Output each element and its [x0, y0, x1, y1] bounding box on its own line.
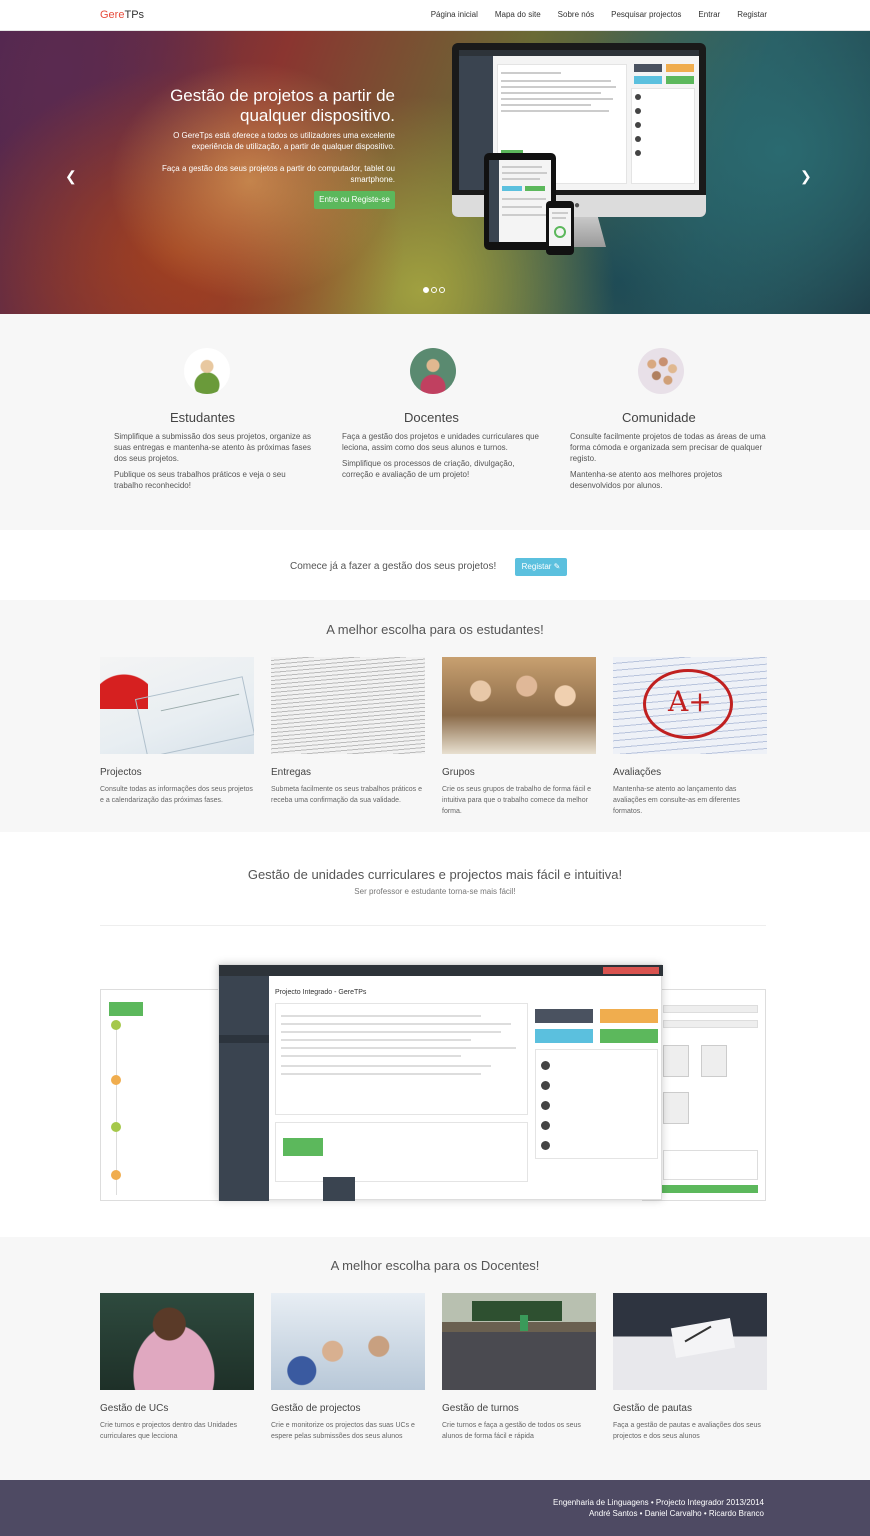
- card-title: Gestão de projectos: [271, 1403, 361, 1414]
- card-title: Gestão de pautas: [613, 1403, 692, 1414]
- card-title: Projectos: [100, 767, 142, 778]
- feature-text: Consulte facilmente projetos de todas as…: [570, 432, 766, 463]
- carousel-dot-1[interactable]: [423, 287, 429, 293]
- management-title: Gestão de unidades curriculares e projec…: [247, 867, 623, 882]
- chevron-right-icon[interactable]: ❯: [800, 168, 812, 185]
- feature-text: Publique os seus trabalhos práticos e ve…: [114, 470, 286, 490]
- feature-text: Simplifique a submissão dos seus projeto…: [114, 432, 311, 463]
- feature-title: Docentes: [404, 410, 459, 425]
- brand-logo[interactable]: GereTPs: [100, 9, 144, 21]
- feature-title: Estudantes: [170, 410, 236, 425]
- card-title: Avaliações: [613, 767, 662, 778]
- card-title: Gestão de turnos: [442, 1403, 519, 1414]
- carousel-dot-2[interactable]: [431, 287, 437, 293]
- student-avatar: [184, 348, 230, 394]
- footer: Engenharia de Linguagens • Projecto Inte…: [0, 1480, 870, 1536]
- dashboard-screenshot: Projecto Integrado - GereTPs: [218, 964, 663, 1201]
- students-section-title: A melhor escolha para os estudantes!: [326, 622, 544, 637]
- students-group-image: [442, 657, 596, 754]
- nav-link-search-projects[interactable]: Pesquisar projectos: [611, 10, 681, 19]
- carousel-indicators: [423, 287, 445, 293]
- card-text: Crie turnos e projectos dentro das Unida…: [100, 1422, 237, 1440]
- cta-text: Comece já a fazer a gestão dos seus proj…: [290, 561, 497, 572]
- teacher-tablet-image: [100, 1293, 254, 1390]
- carousel-dot-3[interactable]: [439, 287, 445, 293]
- nav-link-home[interactable]: Página inicial: [431, 10, 478, 19]
- card-title: Entregas: [271, 767, 312, 778]
- nav-link-register[interactable]: Registar: [737, 10, 767, 19]
- card-text: Crie e monitorize os projectos das suas …: [271, 1422, 415, 1440]
- nav-link-login[interactable]: Entrar: [698, 10, 720, 19]
- hero-carousel: Gestão de projetos a partir de qualquer …: [0, 31, 870, 314]
- card-text: Crie turnos e faça a gestão de todos os …: [442, 1422, 581, 1440]
- footer-authors: André Santos • Daniel Carvalho • Ricardo…: [588, 1509, 764, 1518]
- card-title: Gestão de UCs: [100, 1403, 169, 1414]
- footer-project-info: Engenharia de Linguagens • Projecto Inte…: [553, 1498, 764, 1507]
- features-section: Estudantes Simplifique a submissão dos s…: [0, 314, 870, 530]
- card-text: Consulte todas as informações dos seus p…: [100, 786, 253, 804]
- feature-text: Simplifique os processos de criação, div…: [342, 459, 515, 479]
- blueprint-image: [100, 657, 254, 754]
- navbar: GereTPs Página inicial Mapa do site Sobr…: [0, 0, 870, 31]
- iphone-mockup: [546, 201, 574, 255]
- iphone-screen: [549, 208, 571, 246]
- students-section: A melhor escolha para os estudantes! Pro…: [0, 600, 870, 832]
- brand-part-tps: TPs: [124, 9, 145, 21]
- nav-link-sitemap[interactable]: Mapa do site: [495, 10, 541, 19]
- card-title: Grupos: [442, 767, 475, 778]
- apple-logo-icon: ●: [574, 200, 581, 211]
- chevron-left-icon[interactable]: ❮: [65, 168, 77, 185]
- hero-paragraph-2: Faça a gestão dos seus projetos a partir…: [161, 164, 395, 184]
- teacher-avatar: [410, 348, 456, 394]
- register-button[interactable]: Registar ✎: [515, 558, 567, 576]
- timeline-screenshot: [100, 989, 220, 1201]
- card-text: Faça a gestão de pautas e avaliações dos…: [613, 1422, 761, 1440]
- card-text: Submeta facilmente os seus trabalhos prá…: [271, 786, 422, 804]
- grading-papers-image: [613, 1293, 767, 1390]
- nav-links: Página inicial Mapa do site Sobre nós Pe…: [431, 10, 767, 19]
- hero-login-register-button[interactable]: Entre ou Registe-se: [314, 191, 395, 209]
- paper-stack-image: [271, 657, 425, 754]
- screenshot-title: Projecto Integrado - GereTPs: [275, 989, 367, 996]
- hero-paragraph-1: O GereTps está oferece a todos os utiliz…: [173, 131, 395, 151]
- ipad-screen: [489, 160, 551, 242]
- management-section: Gestão de unidades curriculares e projec…: [0, 832, 870, 1237]
- management-subtitle: Ser professor e estudante torna-se mais …: [354, 887, 516, 896]
- community-avatar: [638, 348, 684, 394]
- whiteboard-class-image: [271, 1293, 425, 1390]
- teachers-section: A melhor escolha para os Docentes! Gestã…: [0, 1237, 870, 1480]
- hero-title: Gestão de projetos a partir de qualquer …: [170, 86, 395, 125]
- card-text: Crie os seus grupos de trabalho de forma…: [442, 786, 592, 815]
- classroom-image: [442, 1293, 596, 1390]
- nav-link-about[interactable]: Sobre nós: [558, 10, 594, 19]
- teachers-section-title: A melhor escolha para os Docentes!: [330, 1258, 540, 1273]
- grade-paper-image: A+: [613, 657, 767, 754]
- feature-title: Comunidade: [622, 410, 696, 425]
- feature-text: Faça a gestão dos projetos e unidades cu…: [342, 432, 540, 452]
- divider: [100, 925, 766, 926]
- cta-section: Comece já a fazer a gestão dos seus proj…: [0, 530, 870, 600]
- brand-part-gere: Gere: [100, 9, 125, 21]
- card-text: Mantenha-se atento ao lançamento das ava…: [613, 786, 740, 815]
- feature-text: Mantenha-se atento aos melhores projetos…: [570, 470, 723, 490]
